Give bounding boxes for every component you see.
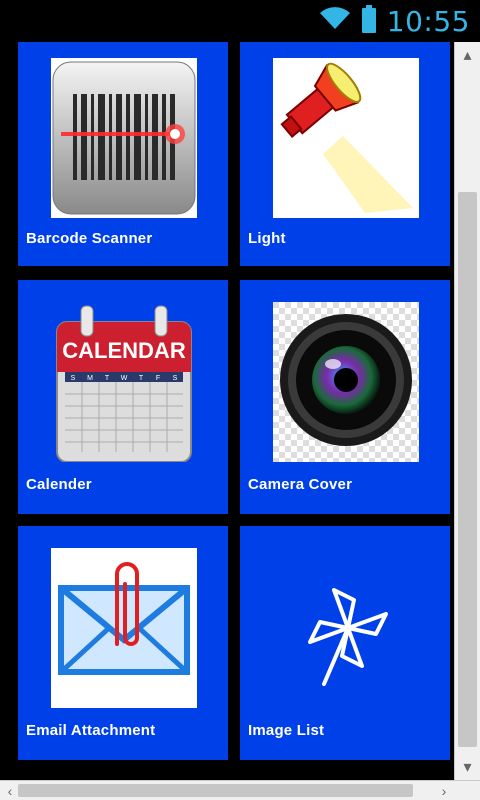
scrollbar-corner [454,781,480,800]
vertical-scrollbar[interactable]: ▴ ▾ [454,42,480,780]
status-time: 10:55 [386,4,470,38]
pinwheel-icon [298,578,398,688]
calendar-icon-text: CALENDAR [62,338,186,363]
weekday-label: S [71,375,76,382]
tile-label: Camera Cover [248,476,353,493]
tile-label: Barcode Scanner [26,230,153,247]
tile-barcode-scanner[interactable]: Barcode Scanner [18,42,228,266]
tile-image-list[interactable]: Image List [240,526,450,760]
tile-camera-cover[interactable]: Camera Cover [240,280,450,514]
scroll-left-icon[interactable]: ‹ [0,781,20,800]
email-attachment-icon [51,548,197,708]
weekday-label: M [87,375,93,382]
scroll-down-icon[interactable]: ▾ [455,754,480,780]
weekday-label: S [173,375,178,382]
tile-grid: Barcode Scanner Light CALENDAR S M T W T… [0,42,454,780]
barcode-scanner-icon [51,58,197,218]
weekday-label: T [105,375,110,382]
weekday-label: T [139,375,144,382]
tile-label: Calender [26,476,92,493]
tile-label: Email Attachment [26,722,156,739]
horizontal-scroll-thumb[interactable] [18,784,413,797]
camera-lens-icon [273,302,419,462]
battery-icon [361,4,377,38]
tile-light[interactable]: Light [240,42,450,266]
calendar-icon: CALENDAR S M T W T F S [51,302,197,462]
scroll-up-icon[interactable]: ▴ [455,42,480,68]
flashlight-icon [273,58,419,218]
weekday-label: F [156,375,160,382]
wifi-icon [319,6,351,36]
tile-label: Image List [248,722,325,739]
tile-email-attachment[interactable]: Email Attachment [18,526,228,760]
weekday-label: W [121,375,128,382]
status-icons: 10:55 [319,4,470,38]
horizontal-scrollbar[interactable]: ‹ › [0,780,480,800]
scroll-right-icon[interactable]: › [434,781,454,800]
vertical-scroll-thumb[interactable] [458,192,477,747]
tile-calender[interactable]: CALENDAR S M T W T F S Calender [18,280,228,514]
status-bar: 10:55 [0,0,480,42]
tile-label: Light [248,230,286,247]
